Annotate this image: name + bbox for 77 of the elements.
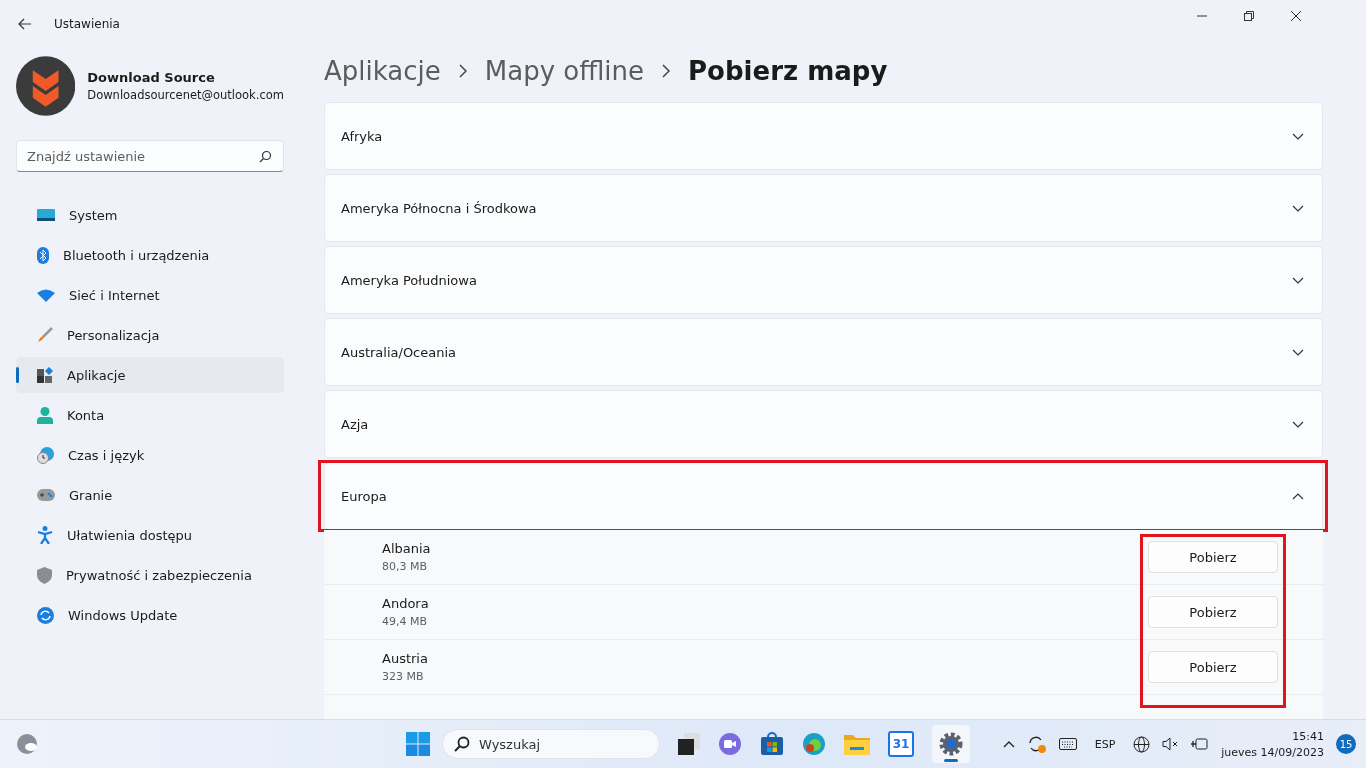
update-icon	[37, 606, 54, 624]
map-size: 80,3 MB	[382, 560, 429, 573]
chevron-icon	[1292, 276, 1304, 284]
region-expander[interactable]: Australia/Oceania	[324, 318, 1323, 386]
sidebar-item[interactable]: Personalizacja	[16, 317, 284, 353]
search-field[interactable]: Znajdź ustawienie	[16, 140, 284, 172]
region-expander[interactable]: Ameryka Północna i Środkowa	[324, 174, 1323, 242]
avatar-icon	[16, 56, 76, 116]
back-arrow-icon[interactable]	[18, 18, 32, 30]
monitor-icon	[37, 209, 55, 221]
search-icon	[259, 150, 272, 163]
speaker-muted-icon[interactable]	[1162, 737, 1180, 751]
sidebar-item[interactable]: Konta	[16, 397, 284, 433]
notification-badge[interactable]: 15	[1336, 734, 1356, 754]
wifi-icon	[37, 288, 55, 302]
shield-icon	[37, 566, 52, 584]
region-expander[interactable]: Ameryka Południowa	[324, 246, 1323, 314]
language-indicator[interactable]: ESP	[1094, 737, 1116, 751]
accessibility-icon	[37, 526, 53, 544]
store-bag-icon[interactable]	[760, 732, 784, 756]
chevron-up-icon[interactable]	[1002, 740, 1015, 748]
window-title: Ustawienia	[54, 17, 120, 31]
chevron-icon	[1292, 492, 1304, 500]
browser-icon[interactable]	[802, 732, 826, 756]
chevron-icon	[1292, 204, 1304, 212]
region-expander[interactable]: Azja	[324, 390, 1323, 458]
sidebar-item[interactable]: Aplikacje	[16, 357, 284, 393]
chevron-right-icon	[458, 64, 467, 78]
chevron-icon	[1292, 420, 1304, 428]
map-size: 49,4 MB	[382, 615, 429, 628]
person-icon	[37, 406, 53, 424]
chevron-icon	[1292, 348, 1304, 356]
globe-icon[interactable]	[1133, 735, 1151, 753]
region-expander[interactable]: Afryka	[324, 102, 1323, 170]
account-name: Download Source	[87, 70, 216, 85]
sidebar-item[interactable]: Prywatność i zabezpieczenia	[16, 557, 284, 593]
calendar-app-icon[interactable]: 31	[888, 731, 914, 757]
bluetooth-icon	[37, 246, 49, 264]
chevron-icon	[1292, 132, 1304, 140]
clock-date[interactable]: jueves 14/09/2023	[1221, 745, 1324, 759]
sidebar-item[interactable]: Czas i język	[16, 437, 284, 473]
task-view-icon[interactable]	[678, 733, 700, 755]
windows-start-icon[interactable]	[406, 732, 430, 756]
account-email: Downloadsourcenet@outlook.com	[87, 88, 284, 102]
battery-plug-icon[interactable]	[1191, 737, 1210, 751]
sidebar-item[interactable]: Ułatwienia dostępu	[16, 517, 284, 553]
sync-icon[interactable]	[1026, 734, 1047, 754]
gamepad-icon	[37, 489, 55, 501]
apps-icon	[37, 367, 53, 383]
sidebar-item[interactable]: Windows Update	[16, 597, 284, 633]
video-chat-icon[interactable]	[718, 732, 742, 756]
folder-icon[interactable]	[844, 733, 870, 755]
keyboard-icon[interactable]	[1058, 738, 1077, 750]
breadcrumb-item[interactable]: Aplikacje	[324, 56, 441, 86]
breadcrumb-item: Pobierz mapy	[688, 56, 888, 86]
country-name: Andora	[382, 596, 429, 611]
clock-globe-icon	[37, 446, 54, 464]
settings-app-button[interactable]	[932, 725, 970, 763]
sidebar-item[interactable]: Bluetooth i urządzenia	[16, 237, 284, 273]
sidebar-item[interactable]: System	[16, 197, 284, 233]
gear-icon	[939, 732, 963, 756]
clock-time[interactable]: 15:41	[1292, 729, 1324, 743]
breadcrumb-item[interactable]: Mapy offline	[484, 56, 645, 86]
brush-icon	[37, 327, 53, 343]
taskbar-search-field[interactable]: Wyszukaj	[442, 729, 660, 759]
download-button[interactable]: Pobierz	[1148, 541, 1278, 573]
map-size: 323 MB	[382, 670, 425, 683]
close-icon[interactable]	[1291, 11, 1301, 21]
country-name: Austria	[382, 651, 428, 666]
download-button[interactable]: Pobierz	[1148, 596, 1278, 628]
sidebar-item[interactable]: Sieć i Internet	[16, 277, 284, 313]
maximize-icon[interactable]	[1244, 11, 1254, 21]
sidebar-item[interactable]: Granie	[16, 477, 284, 513]
chevron-right-icon	[662, 64, 671, 78]
country-name: Albania	[382, 541, 431, 556]
download-button[interactable]: Pobierz	[1148, 651, 1278, 683]
weather-icon[interactable]	[16, 732, 40, 756]
